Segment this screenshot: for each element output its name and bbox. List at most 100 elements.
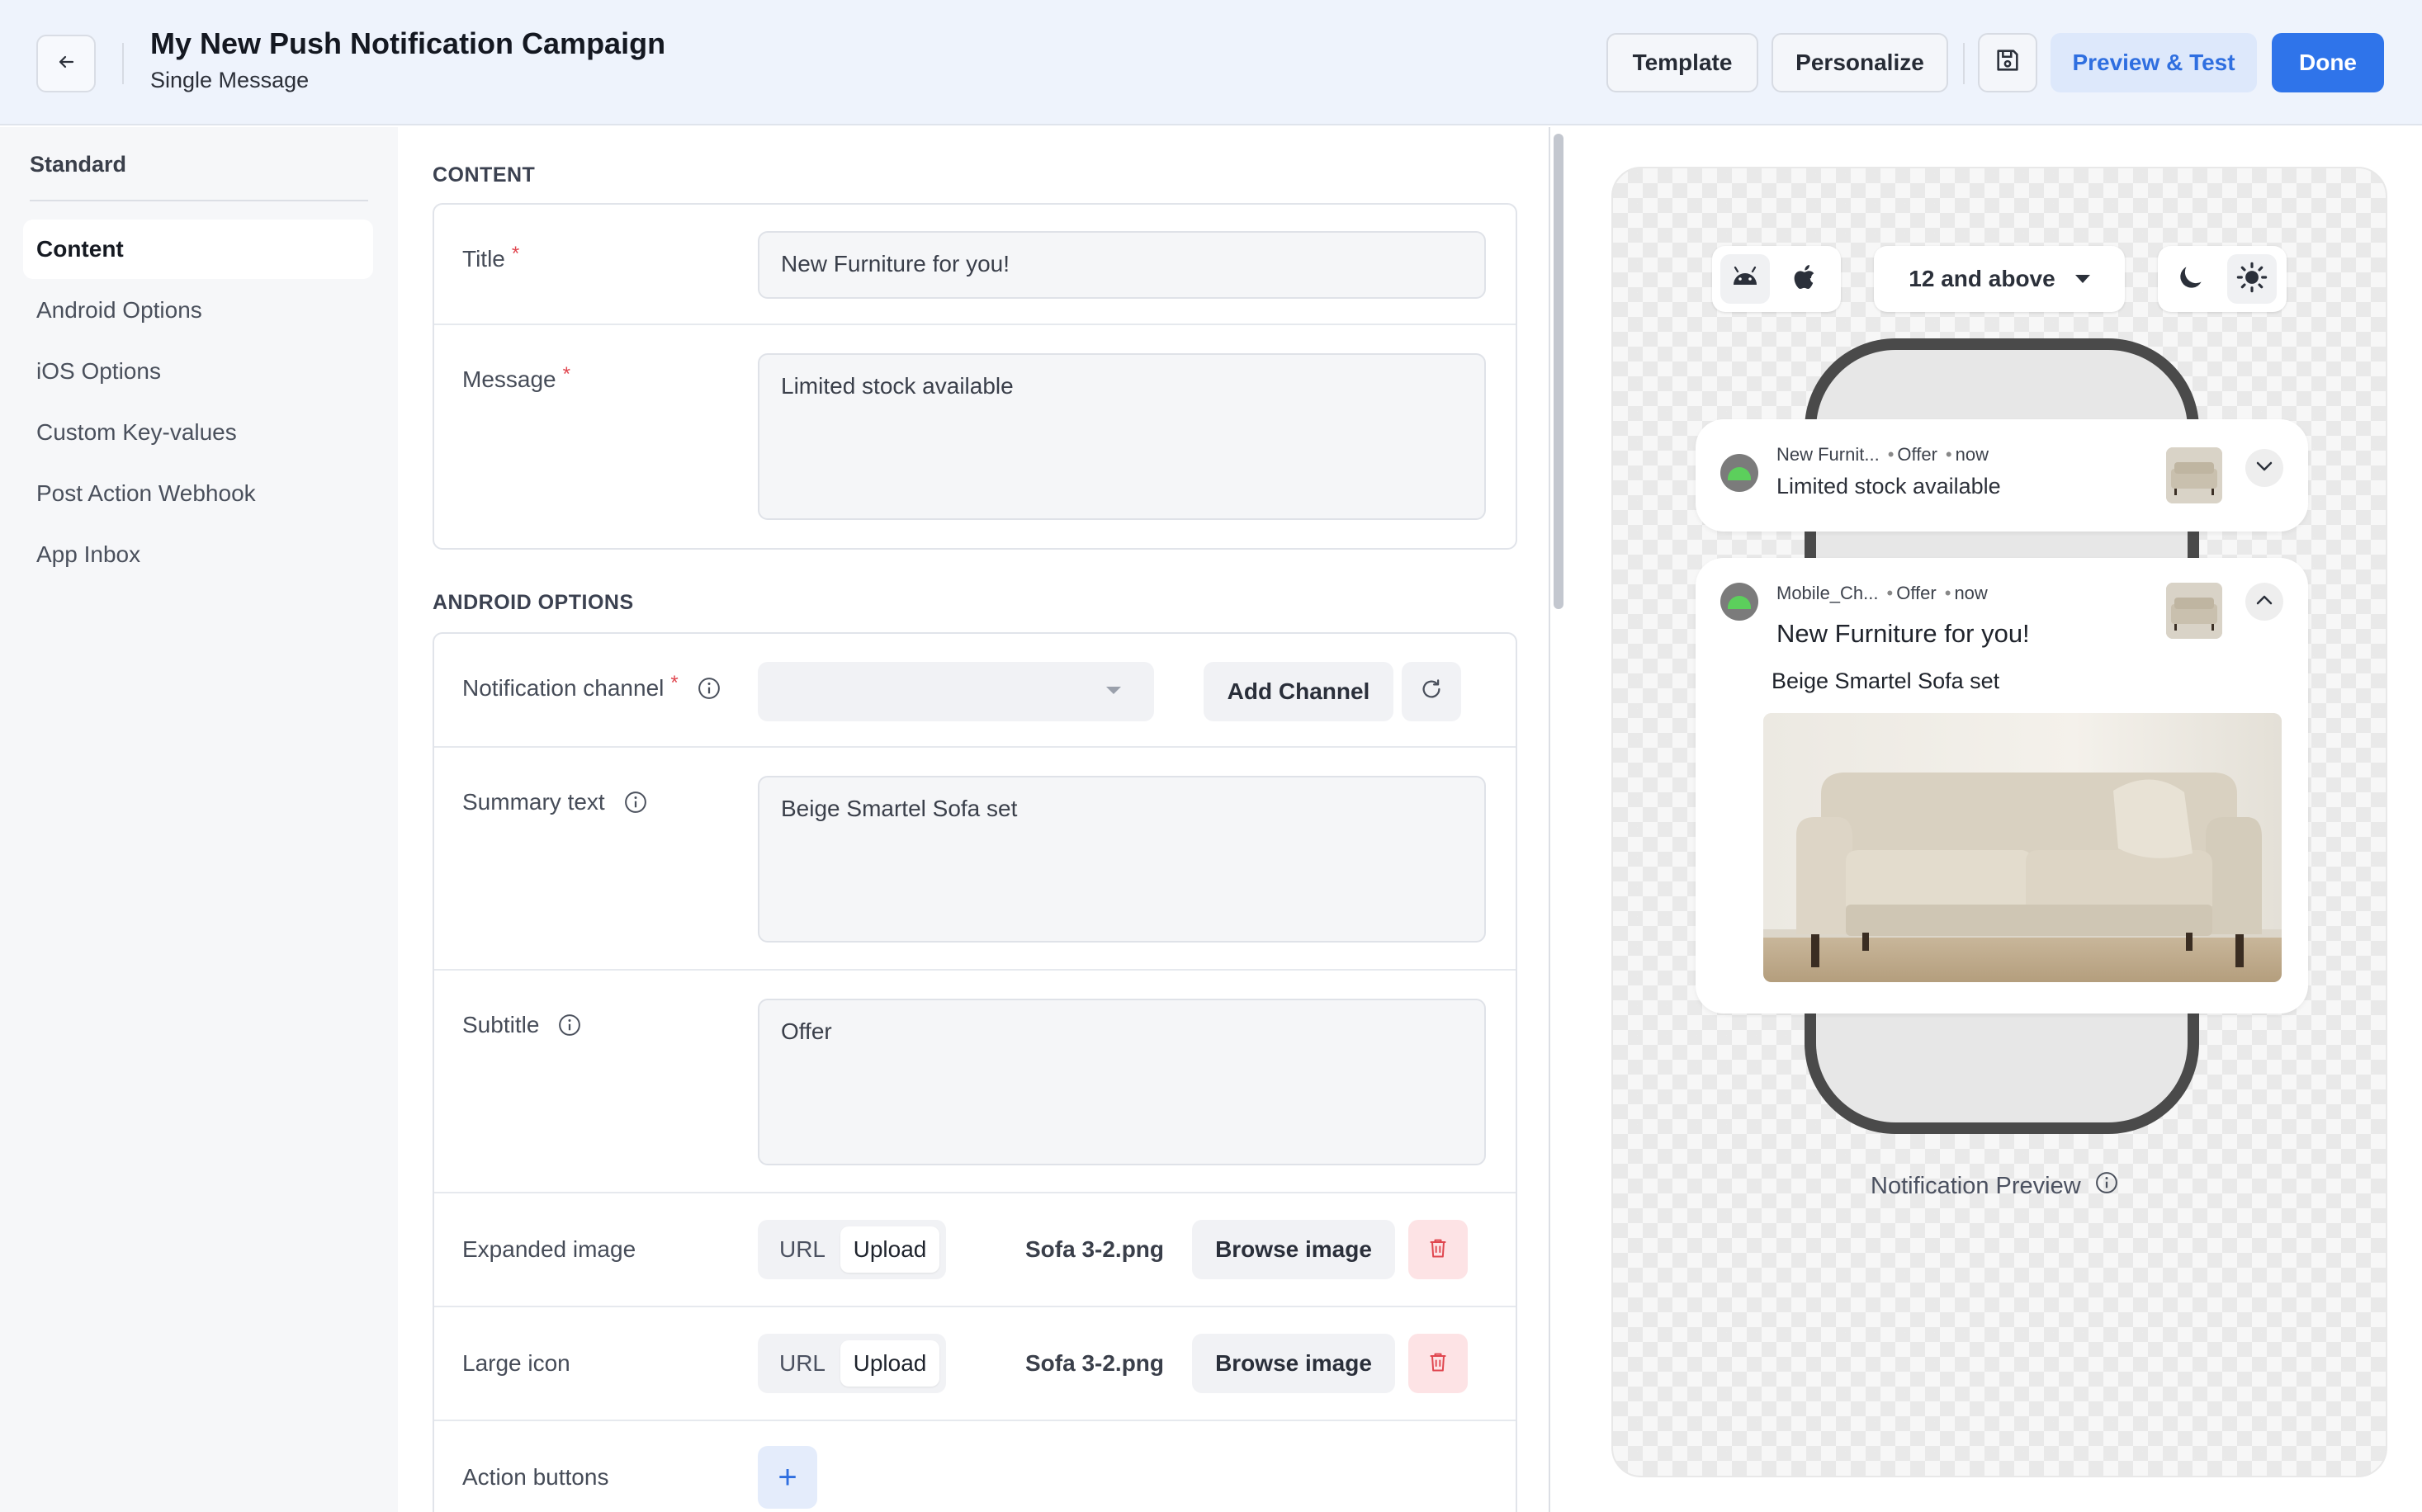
chevron-up-icon <box>2255 594 2273 610</box>
form-scrollbar-thumb[interactable] <box>1554 134 1563 609</box>
sidebar-item-app-inbox[interactable]: App Inbox <box>23 525 373 584</box>
title-row: Title * New Furniture for you! <box>434 205 1516 325</box>
page-title: My New Push Notification Campaign <box>150 26 666 60</box>
browse-image-button[interactable]: Browse image <box>1192 1220 1395 1279</box>
sidebar-item-post-action-webhook[interactable]: Post Action Webhook <box>23 464 373 523</box>
expanded-notification: Mobile_Ch... • Offer • now New Furniture for… <box>1696 558 2308 1014</box>
sidebar-item-ios-options[interactable]: iOS Options <box>23 342 373 401</box>
content-card: Title * New Furniture for you! Message * L… <box>433 203 1517 550</box>
dark-theme-option[interactable] <box>2166 254 2216 304</box>
main-form: CONTENT Title * New Furniture for you! Me… <box>398 127 1547 1512</box>
moon-icon <box>2175 262 2207 297</box>
page-subtitle: Single Message <box>150 68 310 92</box>
ios-os-option[interactable] <box>1781 254 1831 304</box>
back-button[interactable] <box>36 35 96 92</box>
info-icon[interactable] <box>557 1013 582 1037</box>
sidebar-item-content[interactable]: Content <box>23 220 373 279</box>
upload-tab[interactable]: Upload <box>840 1226 939 1273</box>
image-source-toggle: URL Upload <box>758 1334 946 1393</box>
chevron-down-icon <box>1106 687 1121 694</box>
notification-message: Limited stock available <box>1776 474 2001 498</box>
notification-channel-label: Notification channel * <box>462 672 721 702</box>
trash-icon <box>1426 1349 1450 1378</box>
add-channel-button[interactable]: Add Channel <box>1204 662 1393 721</box>
preview-caption: Notification Preview <box>1871 1170 2119 1202</box>
expanded-notification-image <box>1763 713 2282 982</box>
add-action-button[interactable]: + <box>758 1446 817 1509</box>
summary-text-textarea[interactable]: Beige Smartel Sofa set <box>758 776 1486 943</box>
delete-image-button[interactable] <box>1408 1220 1468 1279</box>
refresh-icon <box>1419 677 1444 707</box>
large-icon-label: Large icon <box>462 1350 570 1376</box>
subtitle-textarea[interactable]: Offer <box>758 999 1486 1165</box>
required-mark: * <box>670 672 679 694</box>
expand-notification-button[interactable] <box>2245 449 2283 487</box>
image-source-toggle: URL Upload <box>758 1220 946 1279</box>
preview-test-button[interactable]: Preview & Test <box>2051 33 2257 92</box>
action-buttons-label: Action buttons <box>462 1464 609 1490</box>
save-button[interactable] <box>1978 33 2037 92</box>
trash-icon <box>1426 1236 1450 1264</box>
info-icon[interactable] <box>623 790 648 815</box>
url-tab[interactable]: URL <box>769 1342 835 1385</box>
notification-meta: Mobile_Ch... • Offer • now <box>1776 583 1988 603</box>
light-theme-option[interactable] <box>2227 254 2277 304</box>
refresh-channels-button[interactable] <box>1402 662 1461 721</box>
template-button[interactable]: Template <box>1606 33 1758 92</box>
form-scrollbar-track <box>1549 127 1550 1512</box>
info-icon[interactable] <box>697 676 721 701</box>
sidebar-item-custom-key-values[interactable]: Custom Key-values <box>23 403 373 462</box>
title-input[interactable]: New Furniture for you! <box>758 231 1486 299</box>
sidebar: Standard Content Android Options iOS Opt… <box>0 127 398 1512</box>
top-header: My New Push Notification Campaign Single… <box>0 0 2422 125</box>
sun-icon <box>2236 262 2268 297</box>
large-icon-row: Large icon URL Upload Sofa 3-2.png Brows… <box>434 1307 1516 1421</box>
app-icon <box>1720 454 1758 492</box>
version-select[interactable]: 12 and above <box>1874 246 2125 312</box>
save-icon <box>1994 46 2022 80</box>
expanded-image-label: Expanded image <box>462 1236 636 1262</box>
message-row: Message * Limited stock available <box>434 325 1516 548</box>
arrow-left-icon <box>56 52 76 76</box>
chevron-down-icon <box>2255 461 2273 476</box>
url-tab[interactable]: URL <box>769 1228 835 1271</box>
os-selector <box>1712 246 1841 312</box>
theme-selector <box>2158 246 2287 312</box>
sidebar-item-android-options[interactable]: Android Options <box>23 281 373 340</box>
done-button[interactable]: Done <box>2272 33 2384 92</box>
notification-title: New Furniture for you! <box>1776 619 2030 648</box>
notification-thumbnail <box>2166 447 2222 503</box>
android-options-card: Notification channel * Add Channel Summar… <box>433 632 1517 1512</box>
notification-channel-select[interactable] <box>758 662 1154 721</box>
sidebar-heading: Standard <box>30 152 127 177</box>
android-icon <box>1731 266 1759 292</box>
collapsed-notification: New Furnit... • Offer • now Limited stock av… <box>1696 419 2308 532</box>
header-divider <box>1963 43 1965 84</box>
sidebar-divider <box>30 200 368 201</box>
notification-summary: Beige Smartel Sofa set <box>1772 669 2000 693</box>
notification-meta: New Furnit... • Offer • now <box>1776 444 1989 465</box>
browse-image-button[interactable]: Browse image <box>1192 1334 1395 1393</box>
summary-text-label: Summary text <box>462 789 648 815</box>
chevron-down-icon <box>2074 275 2090 283</box>
version-value: 12 and above <box>1909 266 2055 291</box>
message-label: Message * <box>462 363 570 392</box>
content-section-heading: CONTENT <box>433 163 536 187</box>
notification-thumbnail <box>2166 583 2222 639</box>
expanded-image-filename: Sofa 3-2.png <box>1025 1236 1165 1262</box>
info-icon[interactable] <box>2094 1170 2119 1202</box>
upload-tab[interactable]: Upload <box>840 1340 939 1387</box>
apple-icon <box>1794 263 1819 295</box>
notification-preview-panel: 12 and above New Furnit... • Offer • now Lim… <box>1611 167 2387 1477</box>
android-section-heading: ANDROID OPTIONS <box>433 591 634 614</box>
required-mark: * <box>562 363 570 385</box>
expanded-image-row: Expanded image URL Upload Sofa 3-2.png B… <box>434 1193 1516 1307</box>
header-divider <box>122 43 124 84</box>
android-os-option[interactable] <box>1720 254 1770 304</box>
title-label: Title * <box>462 243 520 272</box>
message-textarea[interactable]: Limited stock available <box>758 353 1486 520</box>
delete-image-button[interactable] <box>1408 1334 1468 1393</box>
collapse-notification-button[interactable] <box>2245 583 2283 621</box>
action-buttons-row: Action buttons + <box>434 1421 1516 1512</box>
personalize-button[interactable]: Personalize <box>1772 33 1948 92</box>
